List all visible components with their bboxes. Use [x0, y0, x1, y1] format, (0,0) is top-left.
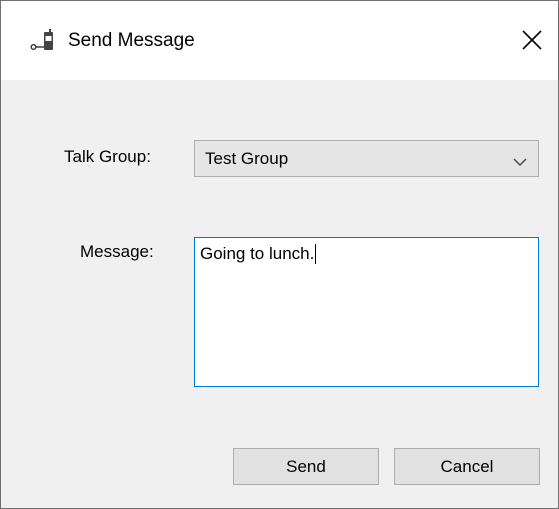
close-icon — [522, 30, 542, 50]
close-button[interactable] — [509, 17, 555, 63]
message-text: Going to lunch. — [200, 244, 317, 264]
message-label: Message: — [80, 242, 154, 261]
cancel-button[interactable]: Cancel — [394, 448, 540, 485]
talk-group-selected-value: Test Group — [205, 149, 289, 168]
window-title: Send Message — [68, 30, 195, 51]
send-message-dialog: Send Message Talk Group: Test Group Mess… — [0, 0, 559, 509]
send-button[interactable]: Send — [233, 448, 379, 485]
talk-group-label: Talk Group: — [64, 147, 151, 166]
chevron-down-icon — [513, 154, 527, 172]
message-textarea[interactable]: Going to lunch. — [194, 237, 539, 387]
title-bar: Send Message — [1, 1, 558, 80]
radio-icon — [30, 28, 60, 52]
talk-group-dropdown[interactable]: Test Group — [194, 140, 539, 177]
text-caret — [315, 244, 317, 264]
